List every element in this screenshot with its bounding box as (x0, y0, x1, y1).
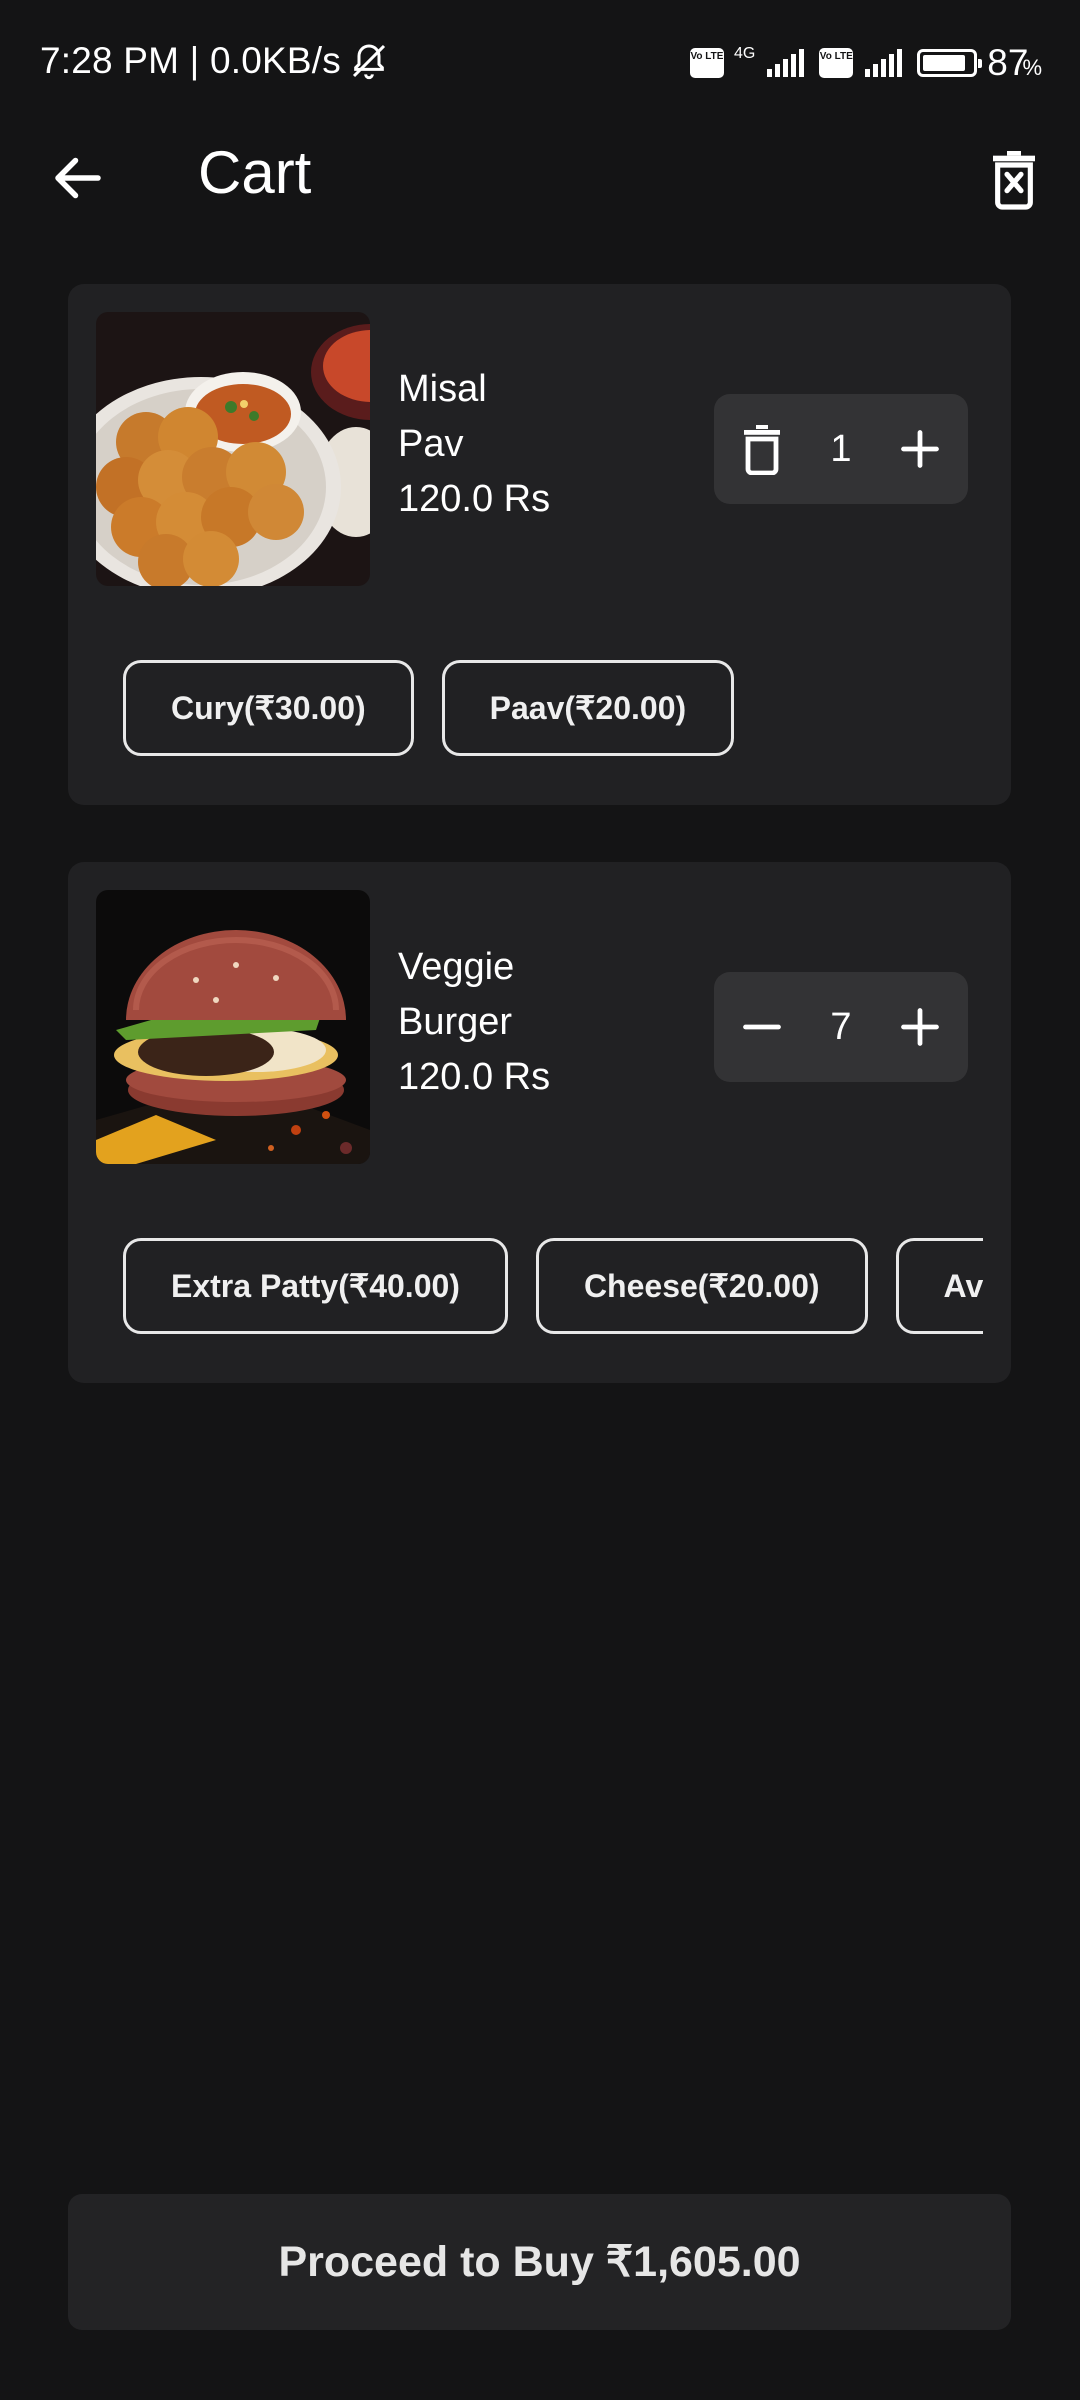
status-time-speed: 7:28 PM | 0.0KB/s (40, 40, 341, 81)
signal-icon-1 (767, 49, 805, 77)
item-name-line1: Misal (398, 368, 487, 410)
decrease-quantity-button[interactable] (732, 997, 792, 1057)
mute-bell-icon (352, 44, 385, 80)
addon-chip[interactable]: Cury(₹30.00) (123, 660, 414, 756)
item-info: Misal Pav 120.0 Rs (398, 362, 550, 527)
item-info: Veggie Burger 120.0 Rs (398, 940, 550, 1105)
signal-icon-2 (865, 49, 903, 77)
cart-item-card: Veggie Burger 120.0 Rs 7 Extra Patty(₹40… (68, 862, 1011, 1383)
app-bar: Cart (0, 128, 1080, 228)
trash-icon (744, 425, 780, 475)
cart-item-card: Misal Pav 120.0 Rs 1 Cury(₹30.00) Paav(₹… (68, 284, 1011, 805)
addon-chip[interactable]: Paav(₹20.00) (441, 660, 735, 756)
addon-chips: Extra Patty(₹40.00) Cheese(₹20.00) Avoca… (123, 1238, 983, 1338)
increase-quantity-button[interactable] (890, 419, 950, 479)
item-image-veggie-burger (96, 890, 370, 1164)
item-price: 120.0 Rs (398, 1056, 551, 1098)
page-title: Cart (198, 139, 312, 206)
addon-chips: Cury(₹30.00) Paav(₹20.00) (123, 660, 983, 760)
addon-chip[interactable]: Cheese(₹20.00) (535, 1238, 868, 1334)
proceed-to-buy-button[interactable]: Proceed to Buy ₹1,605.00 (68, 2194, 1011, 2330)
quantity-stepper: 1 (714, 394, 968, 504)
quantity-value: 1 (830, 427, 852, 470)
plus-icon (901, 1008, 939, 1046)
item-price: 120.0 Rs (398, 478, 551, 520)
item-name-line2: Pav (398, 423, 464, 465)
clear-cart-button[interactable] (986, 148, 1042, 210)
remove-item-button[interactable] (732, 419, 792, 479)
addon-chip[interactable]: Extra Patty(₹40.00) (123, 1238, 508, 1334)
delete-forever-icon (993, 151, 1035, 210)
volte-badge-1: Vo LTE (689, 48, 724, 78)
increase-quantity-button[interactable] (890, 997, 950, 1057)
volte-badge-2: Vo LTE (819, 48, 854, 78)
arrow-left-icon (55, 157, 101, 199)
back-button[interactable] (48, 148, 108, 208)
status-left: 7:28 PM | 0.0KB/s (40, 40, 389, 82)
quantity-value: 7 (830, 1005, 852, 1048)
quantity-stepper: 7 (714, 972, 968, 1082)
status-bar: 7:28 PM | 0.0KB/s Vo LTE 4G Vo LTE 87% (0, 0, 1080, 128)
plus-icon (901, 430, 939, 468)
minus-icon (743, 1024, 781, 1030)
battery-percent: 87% (987, 42, 1042, 83)
network-type-label: 4G (733, 45, 756, 62)
item-name-line1: Veggie (398, 946, 515, 988)
addon-chip[interactable]: Avocado (895, 1238, 983, 1334)
status-right: Vo LTE 4G Vo LTE 87% (689, 42, 1042, 84)
battery-icon (917, 49, 983, 77)
item-image-misal-pav (96, 312, 370, 586)
item-name-line2: Burger (398, 1001, 513, 1043)
battery-fill (923, 55, 966, 71)
